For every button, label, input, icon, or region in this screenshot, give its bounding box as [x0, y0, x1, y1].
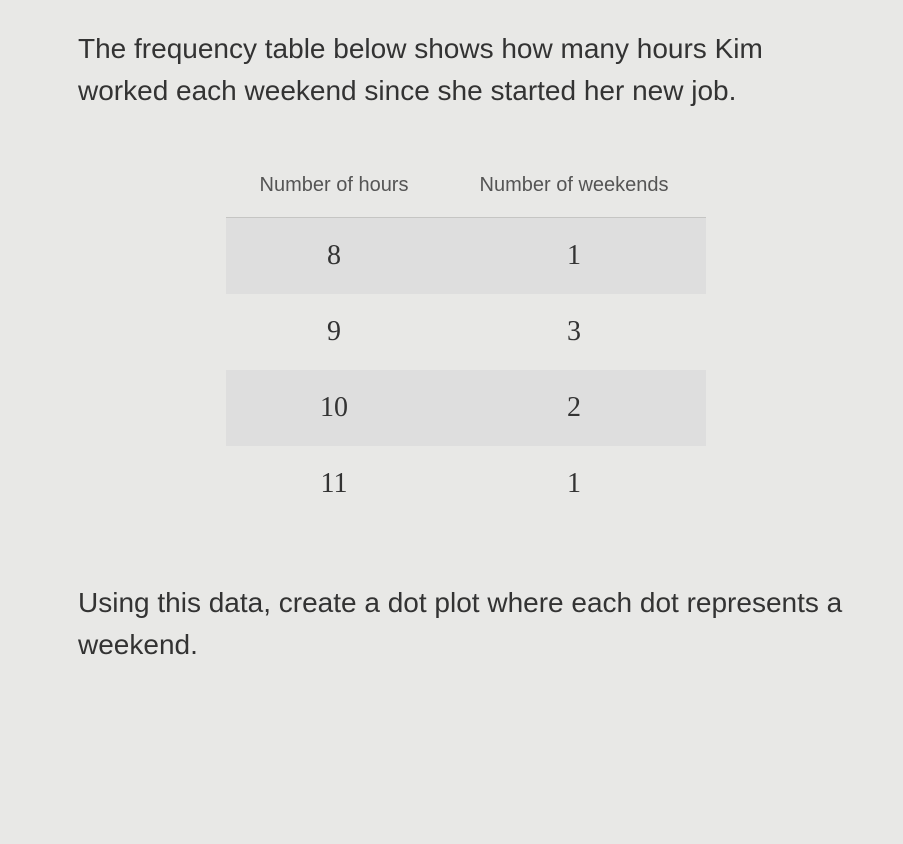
cell-hours: 9	[226, 294, 443, 370]
cell-weekends: 3	[443, 294, 706, 370]
cell-hours: 11	[226, 446, 443, 522]
problem-intro: The frequency table below shows how many…	[78, 28, 853, 112]
table-row: 9 3	[226, 294, 706, 370]
cell-weekends: 1	[443, 218, 706, 295]
cell-weekends: 1	[443, 446, 706, 522]
frequency-table-wrapper: Number of hours Number of weekends 8 1 9…	[78, 162, 853, 522]
table-row: 11 1	[226, 446, 706, 522]
frequency-table: Number of hours Number of weekends 8 1 9…	[226, 162, 706, 522]
table-header-hours: Number of hours	[226, 162, 443, 218]
table-header-weekends: Number of weekends	[443, 162, 706, 218]
cell-hours: 10	[226, 370, 443, 446]
cell-weekends: 2	[443, 370, 706, 446]
table-row: 8 1	[226, 218, 706, 295]
table-row: 10 2	[226, 370, 706, 446]
problem-instruction: Using this data, create a dot plot where…	[78, 582, 853, 666]
cell-hours: 8	[226, 218, 443, 295]
